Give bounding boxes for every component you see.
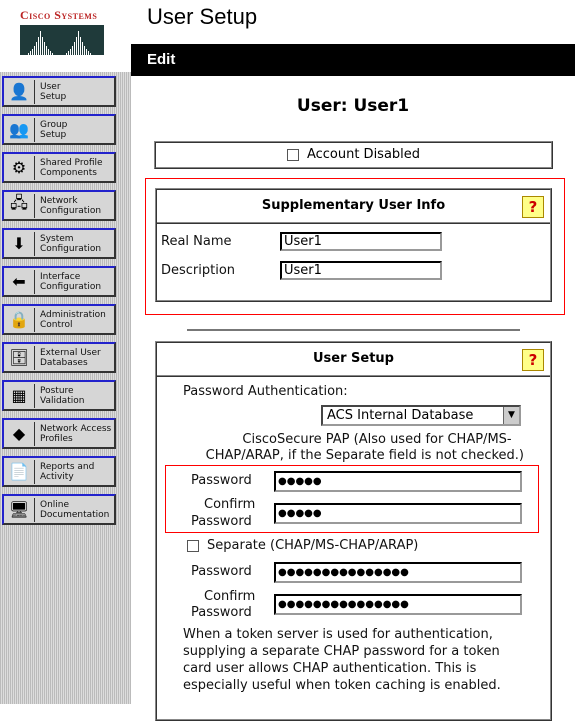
system-config-icon: ⬇ xyxy=(4,231,35,256)
sep-password-input[interactable]: ●●●●●●●●●●●●●●● xyxy=(274,562,522,583)
docs-icon: 🖥 xyxy=(4,497,35,522)
help-icon[interactable]: ? xyxy=(522,196,544,218)
description-input[interactable]: User1 xyxy=(280,261,442,280)
group-setup-icon: 👥 xyxy=(4,117,35,142)
chevron-down-icon[interactable]: ▼ xyxy=(503,407,519,424)
sidebar-item-reports-and-activity[interactable]: 📄 Reports and Activity xyxy=(2,456,116,487)
external-db-icon: 🗄 xyxy=(4,345,35,370)
real-name-label: Real Name xyxy=(161,234,232,249)
sep-confirm-label: Confirm xyxy=(204,589,256,604)
sidebar-item-system-configuration[interactable]: ⬇ System Configuration xyxy=(2,228,116,259)
reports-icon: 📄 xyxy=(4,459,35,484)
account-disabled-box: Account Disabled xyxy=(154,141,553,169)
sidebar-item-external-user-databases[interactable]: 🗄 External User Databases xyxy=(2,342,116,373)
description-label: Description xyxy=(161,263,236,278)
divider xyxy=(187,329,520,331)
sep-confirm-label: Password xyxy=(191,605,252,620)
sidebar-item-network-configuration[interactable]: 🖧 Network Configuration xyxy=(2,190,116,221)
nap-icon: ◆ xyxy=(4,421,35,446)
user-setup-icon: 👤 xyxy=(4,79,35,104)
sidebar-nav: 👤 User Setup 👥 Group Setup ⚙ Shared Profile Comp… xyxy=(0,72,131,704)
separate-checkbox[interactable] xyxy=(187,539,199,552)
sep-password-label: Password xyxy=(191,564,252,579)
cisco-logo: Cisco Systems xyxy=(20,8,110,58)
interface-config-icon: ⬅ xyxy=(4,269,35,294)
token-note: When a token server is used for authenti… xyxy=(183,627,501,693)
admin-control-icon: 🔒 xyxy=(4,307,35,332)
posture-icon: ▦ xyxy=(4,383,35,408)
password-auth-label: Password Authentication: xyxy=(183,384,348,399)
separate-row: Separate (CHAP/MS-CHAP/ARAP) xyxy=(187,538,418,553)
confirm-label: Confirm xyxy=(204,497,256,512)
sep-confirm-password-input[interactable]: ●●●●●●●●●●●●●●● xyxy=(274,594,522,615)
sidebar-item-group-setup[interactable]: 👥 Group Setup xyxy=(2,114,116,145)
pap-text: CiscoSecure PAP (Also used for CHAP/MS- xyxy=(242,432,512,447)
edit-bar: Edit xyxy=(131,44,575,76)
sidebar-item-online-documentation[interactable]: 🖥 Online Documentation xyxy=(2,494,116,525)
password-label: Password xyxy=(191,473,252,488)
shared-profile-icon: ⚙ xyxy=(4,155,35,180)
logo-bars xyxy=(20,25,104,55)
sidebar-item-interface-configuration[interactable]: ⬅ Interface Configuration xyxy=(2,266,116,297)
sidebar-item-network-access-profiles[interactable]: ◆ Network Access Profiles xyxy=(2,418,116,449)
page-title: User Setup xyxy=(147,4,258,29)
sidebar-item-posture-validation[interactable]: ▦ Posture Validation xyxy=(2,380,116,411)
sidebar-item-shared-profile-components[interactable]: ⚙ Shared Profile Components xyxy=(2,152,116,183)
sidebar-item-administration-control[interactable]: 🔒 Administration Control xyxy=(2,304,116,335)
pap-text: CHAP/ARAP, if the Separate field is not … xyxy=(205,448,524,463)
sidebar-item-user-setup[interactable]: 👤 User Setup xyxy=(2,76,116,107)
help-icon[interactable]: ? xyxy=(522,349,544,371)
password-auth-select[interactable]: ACS Internal Database ▼ xyxy=(321,405,521,426)
confirm-label: Password xyxy=(191,514,252,529)
real-name-input[interactable]: User1 xyxy=(280,232,442,251)
user-title: User: User1 xyxy=(296,96,410,116)
network-config-icon: 🖧 xyxy=(4,193,35,218)
account-disabled-checkbox[interactable] xyxy=(286,148,299,161)
confirm-password-input[interactable]: ●●●●● xyxy=(274,503,522,524)
password-input[interactable]: ●●●●● xyxy=(274,471,522,492)
